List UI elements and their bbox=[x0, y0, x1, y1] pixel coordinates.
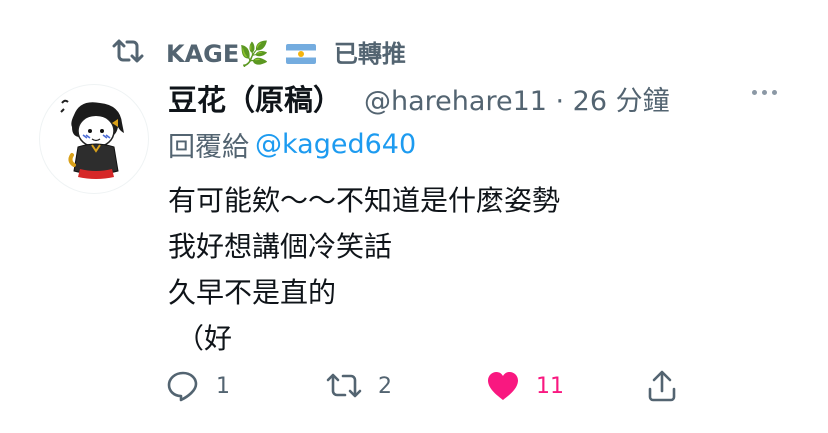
tweet-text: 有可能欸～～不知道是什麼姿勢 我好想講個冷笑話 久早不是直的 （好 bbox=[168, 178, 560, 362]
display-name[interactable]: 豆花（原稿） bbox=[168, 77, 342, 119]
avatar-illustration bbox=[60, 99, 124, 179]
tweet-text-line: 我好想講個冷笑話 bbox=[168, 230, 393, 263]
reply-count: 1 bbox=[216, 373, 230, 399]
share-button[interactable] bbox=[646, 364, 678, 408]
avatar[interactable] bbox=[39, 84, 149, 194]
tweet-text-line: 有可能欸～～不知道是什麼姿勢 bbox=[168, 184, 561, 217]
like-count: 11 bbox=[536, 373, 564, 399]
retweeter-name[interactable]: KAGE🌿 bbox=[166, 40, 269, 68]
tweet-text-line: （好 bbox=[176, 322, 233, 355]
replying-to: 回覆給 @kaged640 bbox=[168, 124, 416, 164]
retweet-context[interactable]: KAGE🌿 已轉推 bbox=[112, 34, 406, 68]
reply-icon bbox=[167, 371, 198, 402]
handle-and-timestamp[interactable]: @harehare11 · 26 分鐘 bbox=[364, 79, 670, 118]
reply-button[interactable]: 1 bbox=[166, 364, 230, 408]
replying-to-label: 回覆給 bbox=[168, 131, 249, 163]
argentina-flag-icon bbox=[285, 43, 316, 64]
tweet-header: 豆花（原稿） @harehare11 · 26 分鐘 bbox=[168, 76, 670, 120]
tweet-text-line: 久早不是直的 bbox=[168, 276, 337, 309]
like-button[interactable]: 11 bbox=[486, 364, 564, 408]
share-icon bbox=[648, 370, 676, 402]
retweet-button[interactable]: 2 bbox=[326, 364, 392, 408]
retweet-count: 2 bbox=[378, 373, 392, 399]
more-icon[interactable] bbox=[752, 90, 777, 95]
replying-to-handle[interactable]: @kaged640 bbox=[255, 129, 416, 160]
like-icon bbox=[488, 372, 518, 400]
retweet-icon bbox=[112, 39, 144, 63]
retweet-suffix: 已轉推 bbox=[333, 39, 406, 68]
retweet-icon bbox=[326, 373, 362, 398]
